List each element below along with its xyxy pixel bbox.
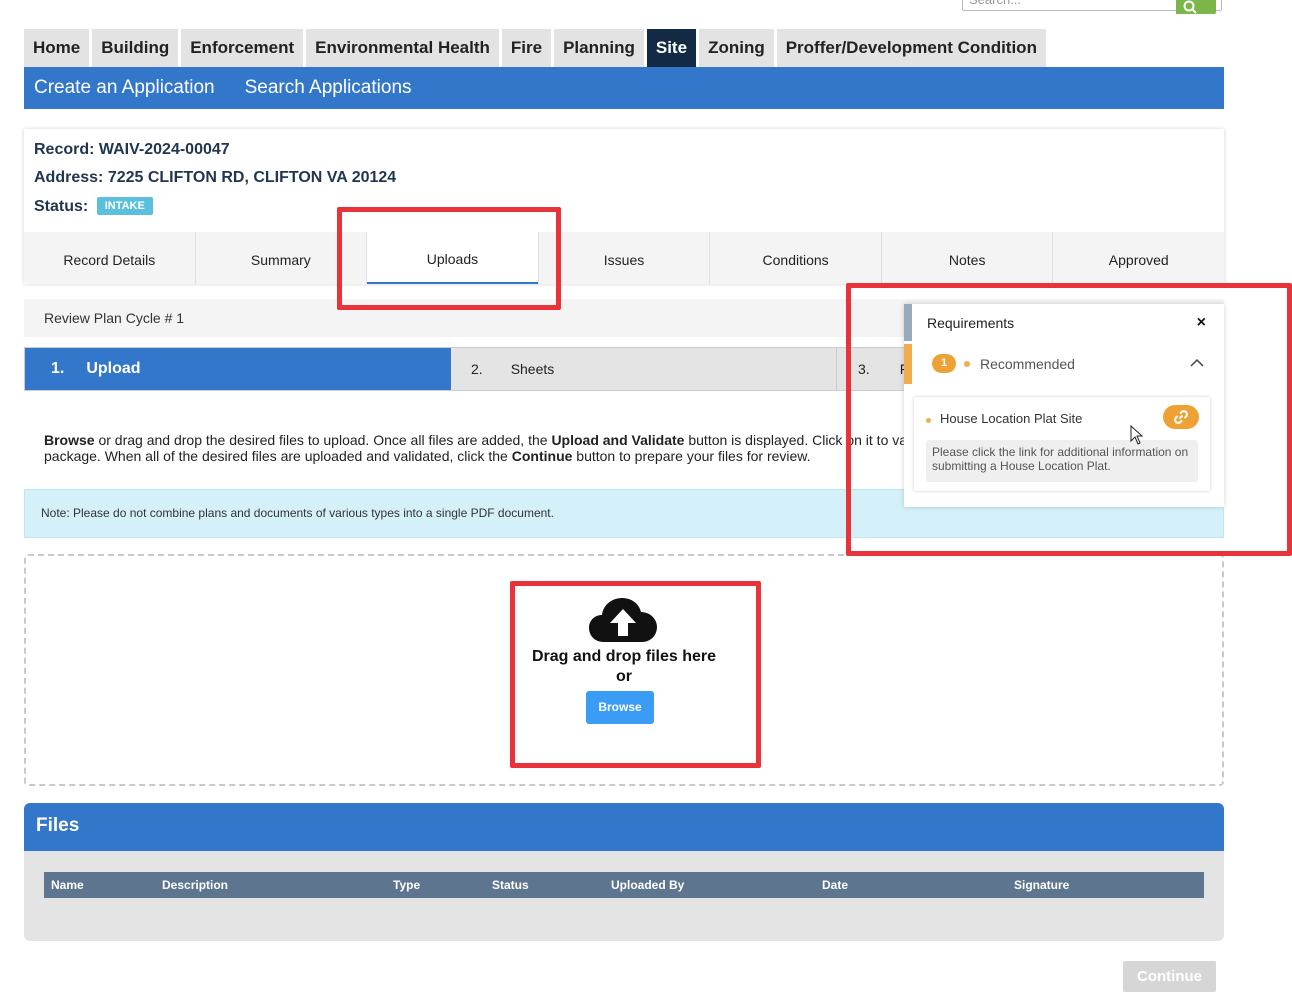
tab-issues[interactable]: Issues	[539, 232, 711, 284]
nav-tab-fire[interactable]: Fire	[501, 29, 552, 67]
nav-tab-enforcement[interactable]: Enforcement	[181, 29, 304, 67]
continue-term: Continue	[511, 448, 573, 464]
highlight-dropzone	[510, 581, 761, 768]
search-icon	[1183, 0, 1197, 14]
files-table-header: Name Description Type Status Uploaded By…	[44, 872, 1204, 898]
address-label: Address:	[34, 169, 104, 186]
col-status[interactable]: Status	[492, 872, 529, 898]
tab-approved[interactable]: Approved	[1053, 232, 1224, 284]
col-signature[interactable]: Signature	[1014, 872, 1069, 898]
status-badge: INTAKE	[96, 197, 153, 215]
nav-tab-proffer[interactable]: Proffer/Development Condition	[776, 29, 1046, 67]
col-description[interactable]: Description	[162, 872, 228, 898]
record-card: Record: WAIV-2024-00047 Address: 7225 CL…	[24, 129, 1224, 284]
search-applications-link[interactable]: Search Applications	[245, 67, 412, 109]
upload-instructions: Browse or drag and drop the desired file…	[44, 432, 924, 464]
status-line: Status: INTAKE	[34, 197, 153, 216]
browse-term: Browse	[44, 432, 95, 448]
status-label: Status:	[34, 198, 89, 215]
step-label: Upload	[86, 360, 141, 377]
step-divider	[836, 348, 837, 390]
highlight-uploads-tab	[337, 207, 561, 310]
wizard-step-sheets[interactable]: 2. Sheets	[471, 348, 554, 390]
highlight-requirements	[846, 283, 1292, 556]
nav-tab-building[interactable]: Building	[92, 29, 179, 67]
record-label: Record:	[34, 141, 95, 158]
files-title: Files	[24, 803, 1224, 851]
record-id-line: Record: WAIV-2024-00047	[34, 141, 230, 159]
instructions-text: button to prepare your files for review.	[572, 448, 811, 464]
col-uploaded-by[interactable]: Uploaded By	[611, 872, 684, 898]
address-line: Address: 7225 CLIFTON RD, CLIFTON VA 201…	[34, 169, 396, 187]
continue-button[interactable]: Continue	[1123, 961, 1216, 992]
record-tabs: Record Details Summary Uploads Issues Co…	[24, 232, 1224, 284]
tab-record-details[interactable]: Record Details	[24, 232, 196, 284]
record-id: WAIV-2024-00047	[98, 141, 230, 158]
step-number: 1.	[51, 360, 65, 377]
col-type[interactable]: Type	[393, 872, 420, 898]
col-name[interactable]: Name	[51, 872, 84, 898]
tab-conditions[interactable]: Conditions	[710, 232, 882, 284]
nav-tab-zoning[interactable]: Zoning	[699, 29, 774, 67]
nav-tab-environmental-health[interactable]: Environmental Health	[306, 29, 499, 67]
nav-tab-planning[interactable]: Planning	[554, 29, 644, 67]
step-label: Sheets	[510, 361, 555, 377]
files-panel: Files Name Description Type Status Uploa…	[24, 803, 1224, 941]
search-button[interactable]	[1176, 0, 1216, 14]
create-application-link[interactable]: Create an Application	[34, 67, 215, 109]
instructions-text: package. When all of the desired files a…	[44, 448, 512, 464]
upload-validate-term: Upload and Validate	[551, 432, 685, 448]
col-date[interactable]: Date	[822, 872, 848, 898]
nav-tab-home[interactable]: Home	[24, 29, 90, 67]
tab-notes[interactable]: Notes	[882, 232, 1054, 284]
nav-tab-site[interactable]: Site	[646, 29, 697, 74]
instructions-text: or drag and drop the desired files to up…	[94, 432, 552, 448]
address-value: 7225 CLIFTON RD, CLIFTON VA 20124	[107, 169, 397, 186]
step-number: 2.	[471, 361, 483, 377]
main-nav: Home Building Enforcement Environmental …	[24, 29, 1046, 74]
wizard-step-upload[interactable]: 1. Upload	[25, 348, 451, 390]
sub-nav: Create an Application Search Application…	[24, 67, 1224, 109]
